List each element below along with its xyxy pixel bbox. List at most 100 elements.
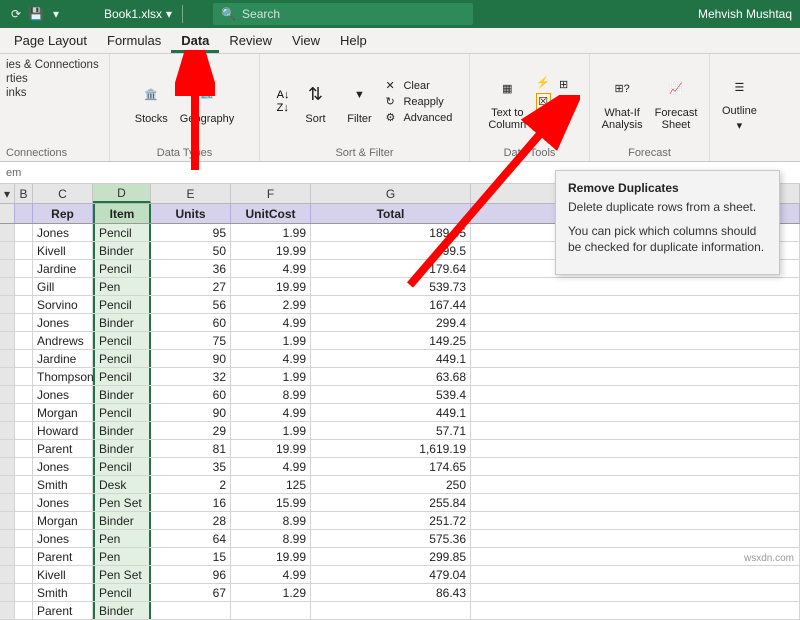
save-icon[interactable]: 💾 (28, 6, 44, 22)
cell-item[interactable]: Pen (93, 548, 151, 565)
cell-rep[interactable]: Jones (33, 224, 93, 241)
table-row[interactable]: SmithPencil671.2986.43 (0, 584, 800, 602)
cell-total[interactable]: 250 (311, 476, 471, 493)
cell-item[interactable]: Pencil (93, 332, 151, 349)
col-header-B[interactable]: B (15, 184, 33, 203)
cell-total[interactable]: 189.05 (311, 224, 471, 241)
cell-total[interactable]: 251.72 (311, 512, 471, 529)
forecast-sheet-button[interactable]: 📈 Forecast Sheet (653, 71, 700, 133)
cell-total[interactable]: 179.64 (311, 260, 471, 277)
cell-total[interactable]: 149.25 (311, 332, 471, 349)
cell-item[interactable]: Pencil (93, 404, 151, 421)
cell-total[interactable]: 999.5 (311, 242, 471, 259)
cell-unitcost[interactable]: 15.99 (231, 494, 311, 511)
table-row[interactable]: KivellPen Set964.99479.04 (0, 566, 800, 584)
remove-duplicates-icon[interactable]: ☒ (536, 93, 551, 110)
cell-total[interactable]: 449.1 (311, 350, 471, 367)
col-header-E[interactable]: E (151, 184, 231, 203)
cell-item[interactable]: Pencil (93, 350, 151, 367)
cell-rep[interactable]: Jones (33, 458, 93, 475)
cell-units[interactable]: 16 (151, 494, 231, 511)
cell-rep[interactable]: Howard (33, 422, 93, 439)
what-if-button[interactable]: ⊞? What-If Analysis (600, 71, 645, 133)
cell-units[interactable]: 2 (151, 476, 231, 493)
cell-item[interactable]: Pen (93, 530, 151, 547)
col-header-D[interactable]: D (93, 184, 151, 203)
cell-item[interactable]: Pencil (93, 260, 151, 277)
cell-rep[interactable]: Kivell (33, 566, 93, 583)
cell-rep[interactable]: Parent (33, 602, 93, 619)
cell-unitcost[interactable]: 1.29 (231, 584, 311, 601)
cell-rep[interactable]: Jardine (33, 260, 93, 277)
sort-button[interactable]: ⇅ Sort (297, 77, 333, 127)
cell-units[interactable]: 29 (151, 422, 231, 439)
cell-unitcost[interactable]: 4.99 (231, 260, 311, 277)
table-row[interactable]: JonesPen Set1615.99255.84 (0, 494, 800, 512)
tab-data[interactable]: Data (171, 28, 219, 53)
cell-unitcost[interactable]: 8.99 (231, 530, 311, 547)
cell-units[interactable] (151, 602, 231, 619)
cell-rep[interactable]: Kivell (33, 242, 93, 259)
cell-item[interactable]: Binder (93, 602, 151, 619)
cell-item[interactable]: Binder (93, 422, 151, 439)
sort-az-icon[interactable]: A↓Z↓ (277, 89, 290, 113)
cell-item[interactable]: Binder (93, 386, 151, 403)
cell-rep[interactable]: Jones (33, 386, 93, 403)
cell-total[interactable]: 167.44 (311, 296, 471, 313)
cell-units[interactable]: 60 (151, 386, 231, 403)
cell-unitcost[interactable]: 1.99 (231, 368, 311, 385)
cell-item[interactable]: Pen Set (93, 494, 151, 511)
cell-rep[interactable]: Jardine (33, 350, 93, 367)
cell-total[interactable]: 449.1 (311, 404, 471, 421)
cell-units[interactable]: 56 (151, 296, 231, 313)
cell-rep[interactable]: Sorvino (33, 296, 93, 313)
header-rep[interactable]: Rep (33, 204, 93, 223)
cell-rep[interactable]: Smith (33, 476, 93, 493)
table-row[interactable]: SorvinoPencil562.99167.44 (0, 296, 800, 314)
col-header-F[interactable]: F (231, 184, 311, 203)
header-item[interactable]: Item (93, 204, 151, 223)
table-row[interactable]: ThompsonPencil321.9963.68 (0, 368, 800, 386)
stocks-button[interactable]: 🏛️ Stocks (133, 77, 170, 127)
cell-total[interactable]: 575.36 (311, 530, 471, 547)
cell-total[interactable]: 255.84 (311, 494, 471, 511)
name-box[interactable]: em (6, 167, 21, 179)
cell-unitcost[interactable]: 4.99 (231, 404, 311, 421)
table-row[interactable]: JardinePencil904.99449.1 (0, 350, 800, 368)
table-row[interactable]: MorganBinder288.99251.72 (0, 512, 800, 530)
cell-units[interactable]: 67 (151, 584, 231, 601)
table-row[interactable]: JonesPen648.99575.36 (0, 530, 800, 548)
header-unitcost[interactable]: UnitCost (231, 204, 311, 223)
clear-button[interactable]: ✕Clear (385, 79, 452, 93)
cell-total[interactable]: 174.65 (311, 458, 471, 475)
cell-units[interactable]: 50 (151, 242, 231, 259)
cell-rep[interactable]: Morgan (33, 404, 93, 421)
relationships-icon[interactable]: 🔗 (559, 95, 573, 108)
filter-button[interactable]: ▼ Filter (341, 77, 377, 127)
cell-rep[interactable]: Morgan (33, 512, 93, 529)
cell-item[interactable]: Pencil (93, 584, 151, 601)
cell-units[interactable]: 32 (151, 368, 231, 385)
cell-units[interactable]: 95 (151, 224, 231, 241)
cell-rep[interactable]: Jones (33, 494, 93, 511)
table-row[interactable]: GillPen2719.99539.73 (0, 278, 800, 296)
cell-total[interactable] (311, 602, 471, 619)
flash-fill-icon[interactable]: ⚡ (536, 76, 551, 89)
cell-item[interactable]: Binder (93, 242, 151, 259)
cell-item[interactable]: Binder (93, 314, 151, 331)
cell-unitcost[interactable]: 4.99 (231, 566, 311, 583)
cell-unitcost[interactable]: 1.99 (231, 332, 311, 349)
cell-units[interactable]: 75 (151, 332, 231, 349)
cell-rep[interactable]: Gill (33, 278, 93, 295)
cell-rep[interactable]: Smith (33, 584, 93, 601)
cell-total[interactable]: 539.73 (311, 278, 471, 295)
cell-item[interactable]: Binder (93, 440, 151, 457)
cell-total[interactable]: 57.71 (311, 422, 471, 439)
header-total[interactable]: Total (311, 204, 471, 223)
cell-item[interactable]: Pen Set (93, 566, 151, 583)
edit-links-button[interactable]: inks (6, 86, 99, 100)
cell-item[interactable]: Binder (93, 512, 151, 529)
cell-unitcost[interactable]: 125 (231, 476, 311, 493)
cell-units[interactable]: 28 (151, 512, 231, 529)
cell-rep[interactable]: Parent (33, 440, 93, 457)
